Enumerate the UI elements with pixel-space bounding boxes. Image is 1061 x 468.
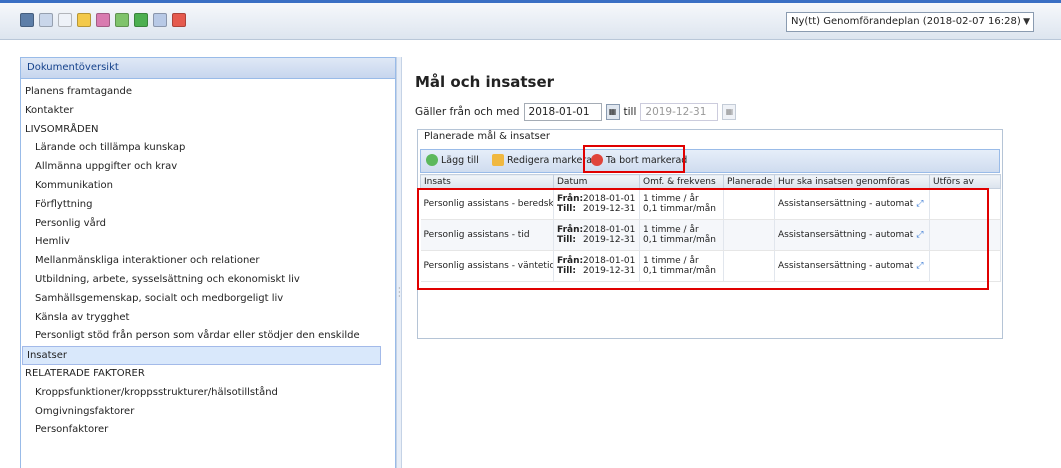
- from-label: Gäller från och med: [415, 106, 520, 118]
- main-panel: Mål och insatser Gäller från och med 201…: [403, 57, 1061, 468]
- add-button-label: Lägg till: [441, 154, 479, 166]
- sidebar-item[interactable]: Kontakter: [21, 102, 395, 121]
- add-button[interactable]: Lägg till: [426, 154, 479, 166]
- planned-goals-section: Planerade mål & insatser Lägg till Redig…: [417, 129, 1003, 339]
- sidebar-item[interactable]: Allmänna uppgifter och krav: [21, 158, 395, 177]
- page-icon[interactable]: [58, 13, 72, 27]
- sidebar-item[interactable]: Samhällsgemenskap, socialt och medborgel…: [21, 290, 395, 309]
- sidebar-item[interactable]: Kroppsfunktioner/kroppsstrukturer/hälsot…: [21, 384, 395, 403]
- column-header[interactable]: Hur ska insatsen genomföras: [774, 174, 930, 189]
- page-title: Mål och insatser: [415, 73, 555, 91]
- column-header[interactable]: Utförs av: [929, 174, 1001, 189]
- sidebar-item[interactable]: LIVSOMRÅDEN: [21, 121, 395, 140]
- print-icon[interactable]: [96, 13, 110, 27]
- from-date-field[interactable]: 2018-01-01: [523, 103, 602, 121]
- sidebar-header: Dokumentöversikt: [21, 58, 395, 79]
- calendar-picker-icon[interactable]: ▦: [722, 104, 737, 120]
- filter-icon[interactable]: [153, 13, 167, 27]
- sidebar-item[interactable]: Hemliv: [21, 233, 395, 252]
- sidebar-item[interactable]: RELATERADE FAKTORER: [21, 365, 395, 384]
- to-label: till: [623, 106, 637, 118]
- grid-toolbar: Lägg till Redigera markerad Ta bort mark…: [420, 149, 1000, 173]
- expand-icon[interactable]: [115, 13, 129, 27]
- sidebar-item[interactable]: Förflyttning: [21, 196, 395, 215]
- edit-icon[interactable]: [39, 13, 53, 27]
- sidebar-item[interactable]: Omgivningsfaktorer: [21, 403, 395, 422]
- sidebar-item[interactable]: Personlig vård: [21, 215, 395, 234]
- sidebar-item[interactable]: Personligt stöd från person som vårdar e…: [21, 327, 395, 346]
- sidebar-item[interactable]: Mellanmänskliga interaktioner och relati…: [21, 252, 395, 271]
- add-icon: [426, 154, 438, 166]
- column-header[interactable]: Planerade: [723, 174, 775, 189]
- column-header[interactable]: Insats: [420, 174, 554, 189]
- splitter-grip-icon[interactable]: · · ·: [398, 285, 401, 301]
- sidebar-item[interactable]: Lärande och tillämpa kunskap: [21, 139, 395, 158]
- column-header[interactable]: Omf. & frekvens: [639, 174, 724, 189]
- sidebar-item[interactable]: Insatser: [22, 346, 381, 365]
- sidebar-item[interactable]: Känsla av trygghet: [21, 309, 395, 328]
- sidebar-item[interactable]: Personfaktorer: [21, 421, 395, 440]
- folder-icon[interactable]: [77, 13, 91, 27]
- chevron-down-icon[interactable]: ▼: [1023, 13, 1030, 31]
- delete-button-highlight: [583, 145, 685, 173]
- table-header-row: Insats Datum Omf. & frekvens Planerade H…: [420, 174, 1001, 189]
- save-icon[interactable]: [20, 13, 34, 27]
- plan-select-value: Ny(tt) Genomförandeplan (2018-02-07 16:2…: [791, 16, 1021, 27]
- document-overview-panel: Dokumentöversikt Planens framtagande Kont…: [20, 57, 396, 468]
- panel-splitter[interactable]: · · ·: [396, 57, 402, 468]
- calendar-icon[interactable]: [172, 13, 186, 27]
- toolbar-icons: [20, 13, 186, 27]
- date-range: Gäller från och med 2018-01-01 ▦ till 20…: [415, 103, 737, 121]
- refresh-icon[interactable]: [134, 13, 148, 27]
- top-toolbar: Ny(tt) Genomförandeplan (2018-02-07 16:2…: [0, 0, 1061, 40]
- sidebar-item[interactable]: Kommunikation: [21, 177, 395, 196]
- section-title: Planerade mål & insatser: [422, 131, 552, 142]
- sidebar-item[interactable]: Planens framtagande: [21, 83, 395, 102]
- column-header[interactable]: Datum: [553, 174, 640, 189]
- pencil-icon: [492, 154, 504, 166]
- sidebar-item[interactable]: Utbildning, arbete, sysselsättning och e…: [21, 271, 395, 290]
- rows-highlight: [417, 188, 989, 290]
- sidebar-nav: Planens framtagande Kontakter LIVSOMRÅDEN L…: [21, 83, 395, 440]
- to-date-field[interactable]: 2019-12-31: [640, 103, 719, 121]
- calendar-picker-icon[interactable]: ▦: [605, 104, 620, 120]
- plan-select[interactable]: Ny(tt) Genomförandeplan (2018-02-07 16:2…: [786, 12, 1034, 32]
